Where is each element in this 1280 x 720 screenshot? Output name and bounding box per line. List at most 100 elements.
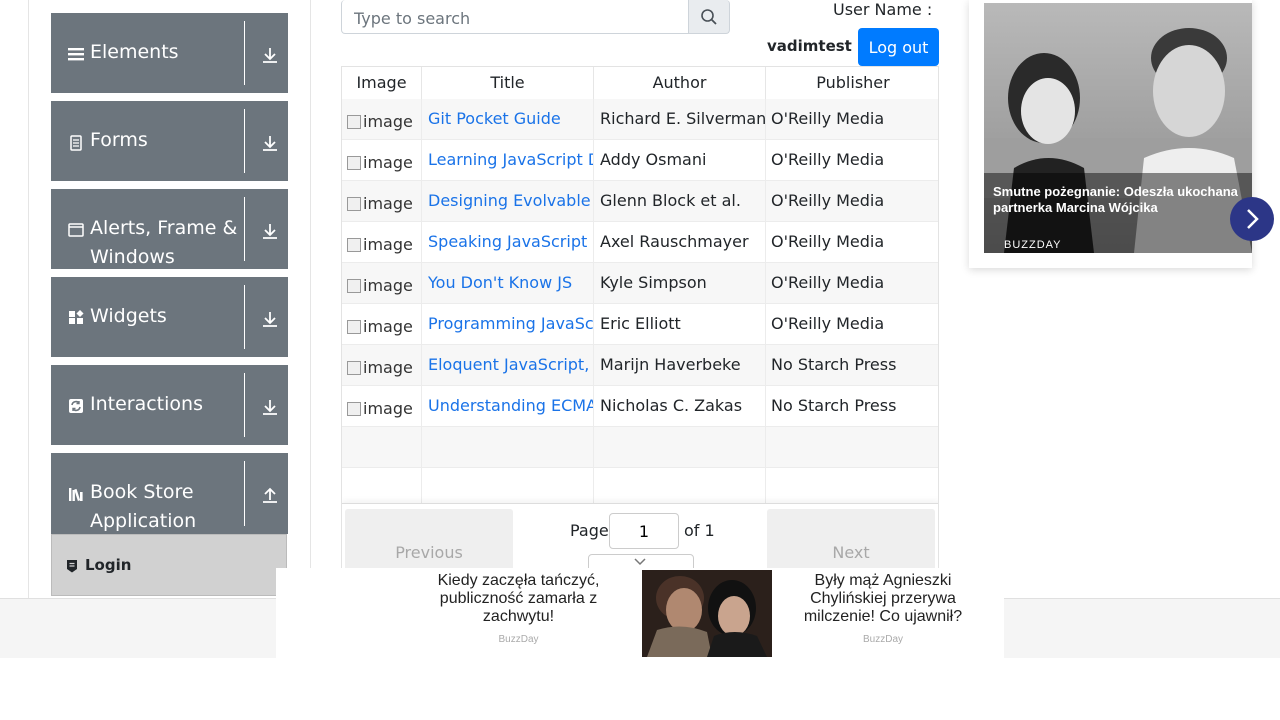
download-arrow-icon[interactable] — [261, 222, 279, 240]
book-author: Glenn Block et al. — [600, 191, 741, 210]
book-author: Axel Rauschmayer — [600, 232, 749, 251]
book-publisher: O'Reilly Media — [771, 273, 885, 292]
table-cell-title[interactable]: Eloquent JavaScript, Sec — [422, 345, 594, 386]
search-icon — [701, 8, 717, 25]
ad-bottom-photo[interactable] — [642, 570, 772, 657]
ad-bottom-right-text[interactable]: Były mąż Agnieszki Chylińskiej przerywa … — [788, 572, 978, 626]
user-name-value: vadimtest — [767, 37, 852, 55]
column-header-image[interactable]: Image — [342, 67, 422, 99]
book-title-link[interactable]: Programming JavaScrip — [428, 314, 593, 333]
book-title-link[interactable]: Git Pocket Guide — [428, 109, 561, 128]
table-row-empty — [342, 427, 938, 468]
table-cell-title[interactable]: Learning JavaScript Des — [422, 140, 594, 181]
advertisement-bottom[interactable]: Kiedy zaczęła tańczyć, publiczność zamar… — [276, 568, 1004, 658]
page-number-input[interactable] — [609, 513, 679, 549]
table-cell-image: image — [342, 181, 422, 222]
table-cell-image: image — [342, 99, 422, 140]
book-publisher: No Starch Press — [771, 355, 897, 374]
upload-arrow-icon[interactable] — [261, 486, 279, 504]
advertisement-right[interactable]: Smutne pożegnanie: Odeszła ukochana part… — [969, 0, 1274, 268]
sidebar-group-widgets[interactable]: Widgets — [51, 277, 288, 357]
page-label: Page — [570, 521, 609, 540]
table-cell-title — [422, 427, 594, 468]
books-icon — [69, 488, 83, 502]
book-author: Addy Osmani — [600, 150, 707, 169]
book-publisher: O'Reilly Media — [771, 232, 885, 251]
column-header-publisher[interactable]: Publisher — [766, 67, 938, 99]
image-alt-text: image — [363, 399, 413, 418]
chevron-right-icon — [1247, 209, 1259, 229]
logout-button[interactable]: Log out — [858, 28, 939, 66]
chevron-down-icon — [634, 558, 646, 566]
table-cell-author — [594, 427, 766, 468]
table-row: image You Don't Know JS Kyle Simpson O'Reil… — [342, 263, 938, 304]
book-cover-image: image — [347, 389, 413, 427]
table-row: image Eloquent JavaScript, Sec Marijn Have… — [342, 345, 938, 386]
table-row: image Speaking JavaScript Axel Rauschmayer… — [342, 222, 938, 263]
book-cover-image: image — [347, 184, 413, 222]
table-cell-author: Addy Osmani — [594, 140, 766, 181]
ad-next-button[interactable] — [1230, 197, 1274, 241]
table-cell-author: Glenn Block et al. — [594, 181, 766, 222]
book-title-link[interactable]: Eloquent JavaScript, Sec — [428, 355, 593, 374]
table-cell-author: Kyle Simpson — [594, 263, 766, 304]
column-header-author[interactable]: Author — [594, 67, 766, 99]
sidebar-group-label: Widgets — [90, 305, 167, 327]
table-cell-publisher: O'Reilly Media — [766, 304, 938, 345]
table-row: image Git Pocket Guide Richard E. Silverma… — [342, 99, 938, 140]
group-divider — [244, 461, 245, 526]
sidebar-item-label: Login — [85, 556, 132, 574]
table-cell-image: image — [342, 222, 422, 263]
search-input[interactable] — [341, 0, 689, 34]
book-author: Marijn Haverbeke — [600, 355, 741, 374]
table-cell-title[interactable]: Programming JavaScrip — [422, 304, 594, 345]
table-header: Image Title Author Publisher — [342, 67, 938, 99]
table-cell-publisher: O'Reilly Media — [766, 99, 938, 140]
book-title-link[interactable]: You Don't Know JS — [428, 273, 572, 292]
download-arrow-icon[interactable] — [261, 46, 279, 64]
user-name-label: User Name : — [833, 0, 933, 19]
image-alt-text: image — [363, 112, 413, 131]
group-divider — [244, 21, 245, 85]
image-alt-text: image — [363, 194, 413, 213]
sidebar-group-forms[interactable]: Forms — [51, 101, 288, 181]
sidebar-group-label: Book Store — [90, 481, 194, 503]
book-title-link[interactable]: Speaking JavaScript — [428, 232, 587, 251]
widgets-icon — [69, 310, 84, 324]
download-arrow-icon[interactable] — [261, 310, 279, 328]
book-title-link[interactable]: Understanding ECMASc — [428, 396, 593, 415]
sidebar-group-label-line2: Application — [90, 510, 197, 532]
broken-image-icon — [347, 115, 361, 129]
table-cell-publisher: No Starch Press — [766, 386, 938, 427]
sidebar-group-book-store-application[interactable]: Book Store Application — [51, 453, 288, 534]
table-cell-publisher: No Starch Press — [766, 345, 938, 386]
broken-image-icon — [347, 361, 361, 375]
table-cell-title[interactable]: Understanding ECMASc — [422, 386, 594, 427]
sidebar-group-elements[interactable]: Elements — [51, 13, 288, 93]
column-header-title[interactable]: Title — [422, 67, 594, 99]
book-title-link[interactable]: Learning JavaScript Des — [428, 150, 593, 169]
table-cell-image: image — [342, 263, 422, 304]
table-cell-image: image — [342, 304, 422, 345]
book-title-link[interactable]: Designing Evolvable We — [428, 191, 593, 210]
search-button[interactable] — [688, 0, 730, 34]
broken-image-icon — [347, 279, 361, 293]
table-cell-title[interactable]: You Don't Know JS — [422, 263, 594, 304]
book-author: Eric Elliott — [600, 314, 681, 333]
sidebar-group-interactions[interactable]: Interactions — [51, 365, 288, 445]
table-cell-title[interactable]: Designing Evolvable We — [422, 181, 594, 222]
image-alt-text: image — [363, 235, 413, 254]
group-divider — [244, 109, 245, 173]
table-cell-image: image — [342, 386, 422, 427]
table-cell-title[interactable]: Speaking JavaScript — [422, 222, 594, 263]
sidebar-group-alerts-frame-windows[interactable]: Alerts, Frame & Windows — [51, 189, 288, 269]
sidebar-item-login[interactable]: Login — [51, 534, 287, 596]
table-cell-image: image — [342, 345, 422, 386]
book-publisher: O'Reilly Media — [771, 191, 885, 210]
table-row: image Learning JavaScript Des Addy Osmani O… — [342, 140, 938, 181]
download-arrow-icon[interactable] — [261, 398, 279, 416]
book-cover-image: image — [347, 102, 413, 140]
table-cell-title[interactable]: Git Pocket Guide — [422, 99, 594, 140]
download-arrow-icon[interactable] — [261, 134, 279, 152]
ad-bottom-left-text[interactable]: Kiedy zaczęła tańczyć, publiczność zamar… — [421, 572, 616, 626]
